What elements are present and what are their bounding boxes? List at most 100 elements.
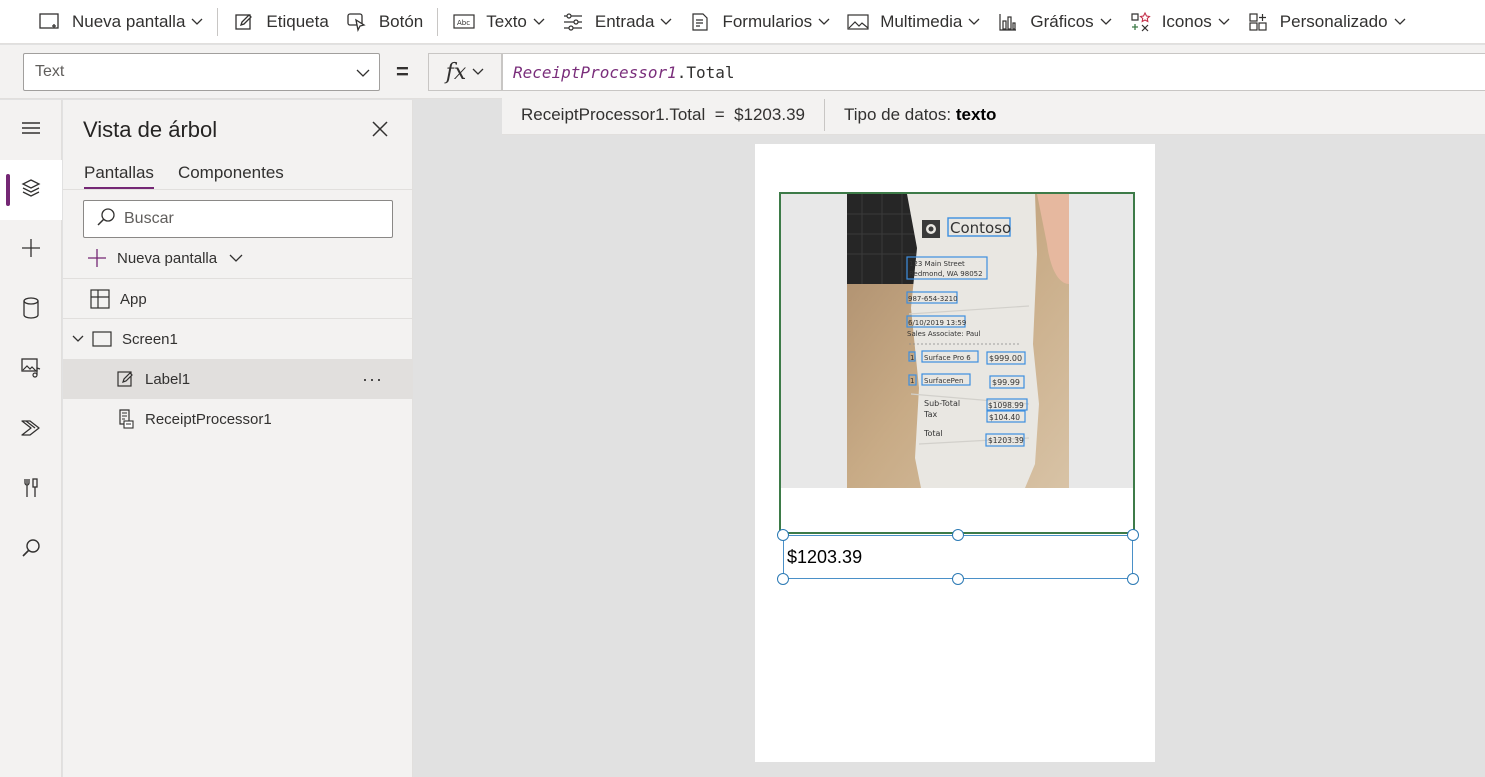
receipt-line1-item: Surface Pro 6 xyxy=(924,354,971,362)
new-screen-tree-button[interactable]: Nueva pantalla xyxy=(87,245,243,271)
menu-icon xyxy=(21,120,41,141)
tab-screens[interactable]: Pantallas xyxy=(84,163,154,189)
resize-handle-top-right[interactable] xyxy=(1127,529,1139,541)
chevron-down-icon xyxy=(191,18,203,26)
insert-ribbon: Nueva pantalla Etiqueta Botón Abc Texto … xyxy=(0,0,1485,44)
resize-handle-bottom-left[interactable] xyxy=(777,573,789,585)
receipt-phone: 987-654-3210 xyxy=(908,295,958,303)
fx-label: fx xyxy=(445,59,467,85)
data-type-info: Tipo de datos: texto xyxy=(825,105,996,125)
property-value: Text xyxy=(35,63,65,80)
tree-node-screen1[interactable]: Screen1 xyxy=(63,319,413,359)
power-automate-button[interactable] xyxy=(0,400,62,460)
media-image-icon xyxy=(846,10,870,34)
chevron-down-icon xyxy=(968,18,980,26)
data-button[interactable] xyxy=(0,280,62,340)
receipt-line2-item: SurfacePen xyxy=(924,377,963,385)
new-screen-button[interactable]: Nueva pantalla xyxy=(0,0,211,43)
data-type-value: texto xyxy=(955,104,997,124)
search-icon xyxy=(21,538,41,563)
media-menu-button[interactable]: Multimedia xyxy=(838,0,988,43)
input-menu-button[interactable]: Entrada xyxy=(553,0,681,43)
search-input[interactable] xyxy=(124,210,374,228)
new-screen-icon xyxy=(38,10,62,34)
icons-menu-label: Iconos xyxy=(1161,11,1212,31)
resize-handle-top-left[interactable] xyxy=(777,529,789,541)
tab-components[interactable]: Componentes xyxy=(178,163,284,189)
receipt-photo: Contoso 123 Main Street Redmond, WA 9805… xyxy=(847,194,1069,488)
menu-button[interactable] xyxy=(0,100,62,160)
search-button[interactable] xyxy=(0,520,62,580)
input-sliders-icon xyxy=(561,10,585,34)
close-panel-button[interactable] xyxy=(371,120,391,140)
new-screen-tree-label: Nueva pantalla xyxy=(117,249,218,267)
label1-text: $1203.39 xyxy=(787,546,863,567)
chevron-down-icon xyxy=(1394,18,1406,26)
label-button[interactable]: Etiqueta xyxy=(224,0,336,43)
insert-plus-icon xyxy=(21,238,41,263)
receipt-processor-control[interactable]: Contoso 123 Main Street Redmond, WA 9805… xyxy=(779,192,1135,534)
receipt-address-2: Redmond, WA 98052 xyxy=(909,270,983,278)
label-edit-icon xyxy=(232,10,256,34)
data-icon xyxy=(22,296,40,324)
resize-handle-bottom-right[interactable] xyxy=(1127,573,1139,585)
icons-menu-button[interactable]: Iconos xyxy=(1120,0,1238,43)
receipt-subtotal-label: Sub-Total xyxy=(924,399,960,408)
receipt-address-1: 123 Main Street xyxy=(909,260,965,268)
chevron-down-icon xyxy=(1100,18,1112,26)
advanced-tools-icon xyxy=(21,477,41,504)
receipt-line2-price: $99.99 xyxy=(992,378,1020,387)
chevron-down-icon xyxy=(533,18,545,26)
forms-menu-button[interactable]: Formularios xyxy=(680,0,838,43)
resize-handle-bottom-center[interactable] xyxy=(952,573,964,585)
custom-menu-label: Personalizado xyxy=(1279,11,1388,31)
icons-icon xyxy=(1128,10,1152,34)
tree-node-label: Label1 xyxy=(145,370,191,388)
tree-view-panel: Vista de árbol Pantallas Componentes Nue… xyxy=(63,100,413,777)
receipt-line1-qty: 1 xyxy=(910,354,914,362)
advanced-tools-button[interactable] xyxy=(0,460,62,520)
tree-view-button[interactable] xyxy=(0,160,62,220)
close-icon xyxy=(371,121,389,142)
insert-button[interactable] xyxy=(0,220,62,280)
charts-menu-button[interactable]: Gráficos xyxy=(988,0,1119,43)
button-button[interactable]: Botón xyxy=(337,0,431,43)
tree-node-label1[interactable]: Label1 ··· xyxy=(63,359,413,399)
tree-view-icon xyxy=(20,177,42,204)
formula-result-expression: ReceiptProcessor1.Total = $1203.39 xyxy=(521,104,805,124)
tree-node-label: ReceiptProcessor1 xyxy=(145,410,272,428)
search-box xyxy=(83,200,393,238)
receipt-line2-qty: 1 xyxy=(910,377,914,385)
chevron-down-icon xyxy=(472,68,484,76)
forms-menu-label: Formularios xyxy=(722,11,813,31)
chevron-down-icon xyxy=(356,65,370,83)
plus-icon xyxy=(87,248,107,268)
tree-node-label: App xyxy=(120,290,147,308)
text-menu-button[interactable]: Abc Texto xyxy=(444,0,553,43)
receipt-subtotal-value: $1098.99 xyxy=(988,401,1024,410)
media-button[interactable] xyxy=(0,340,62,400)
forms-icon xyxy=(688,10,712,34)
fx-button[interactable]: fx xyxy=(428,53,502,91)
button-cursor-icon xyxy=(345,10,369,34)
property-dropdown[interactable]: Text xyxy=(23,53,380,91)
panel-title: Vista de árbol xyxy=(83,117,218,142)
text-abc-icon: Abc xyxy=(452,10,476,34)
receipt-brand: Contoso xyxy=(950,219,1011,237)
formula-result-bar: ReceiptProcessor1.Total = $1203.39 Tipo … xyxy=(502,95,1485,135)
tree-node-app[interactable]: App xyxy=(63,279,413,319)
tree-node-receiptprocessor1[interactable]: ReceiptProcessor1 xyxy=(63,399,413,439)
button-button-label: Botón xyxy=(378,11,424,31)
charts-icon xyxy=(996,10,1020,34)
formula-property-token: .Total xyxy=(676,62,735,82)
svg-text:Abc: Abc xyxy=(457,19,470,27)
more-options-button[interactable]: ··· xyxy=(362,369,383,390)
expand-chevron-icon[interactable] xyxy=(72,335,84,343)
resize-handle-top-center[interactable] xyxy=(952,529,964,541)
formula-input[interactable]: ReceiptProcessor1 .Total xyxy=(502,53,1485,91)
screen-icon xyxy=(92,331,112,347)
custom-menu-button[interactable]: Personalizado xyxy=(1238,0,1414,43)
left-rail xyxy=(0,100,62,777)
receipt-datetime: 6/10/2019 13:59 xyxy=(908,319,966,327)
receipt-tax-label: Tax xyxy=(923,410,937,419)
